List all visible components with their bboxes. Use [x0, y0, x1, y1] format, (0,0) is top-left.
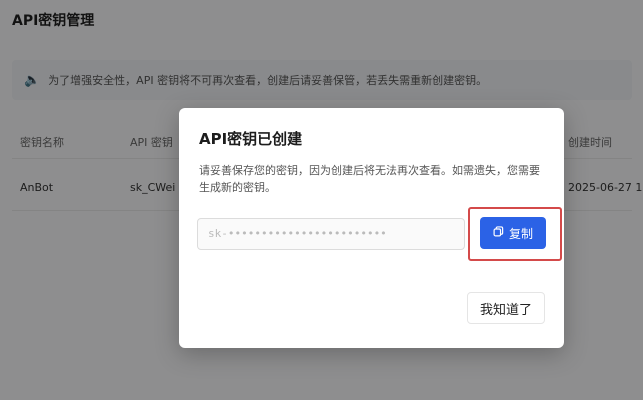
- copy-button[interactable]: 复制: [480, 217, 546, 249]
- dialog-description: 请妥善保存您的密钥，因为创建后将无法再次查看。如需遗失，您需要生成新的密钥。: [199, 164, 540, 194]
- api-key-created-dialog: API密钥已创建 请妥善保存您的密钥，因为创建后将无法再次查看。如需遗失，您需要…: [179, 108, 564, 348]
- api-key-field[interactable]: sk-••••••••••••••••••••••••: [197, 218, 465, 250]
- copy-icon: [493, 226, 504, 240]
- copy-button-label: 复制: [508, 226, 533, 241]
- dialog-title: API密钥已创建: [199, 130, 303, 148]
- acknowledge-button[interactable]: 我知道了: [467, 292, 545, 324]
